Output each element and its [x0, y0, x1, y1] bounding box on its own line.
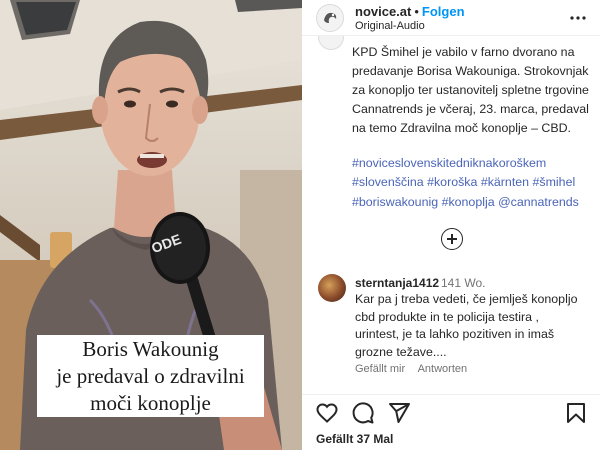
post-panel: novice.at • Folgen Original-Audio KPD Šmih… — [302, 0, 600, 450]
video-caption-text: Boris Wakounig je predaval o zdravilni m… — [56, 336, 245, 415]
hashtag-link[interactable]: #šmihel — [533, 175, 576, 189]
hashtag-link[interactable]: #boriswakounig — [352, 195, 438, 209]
comment-actions: Gefällt mir Antworten — [355, 363, 477, 375]
heart-icon[interactable] — [315, 401, 339, 425]
post-header: novice.at • Folgen Original-Audio — [302, 0, 600, 36]
share-icon[interactable] — [387, 401, 411, 425]
hashtag-link[interactable]: #konoplja — [442, 195, 495, 209]
bookmark-icon[interactable] — [564, 401, 588, 425]
hashtag-link[interactable]: #koroška — [427, 175, 477, 189]
hashtag-link[interactable]: #noviceslovenskitedniknakoroškem — [352, 156, 546, 170]
post-actions-bar: Gefällt 37 Mal — [302, 394, 600, 450]
comments-scroll-area[interactable]: KPD Šmihel je vabilo v farno dvorano na … — [302, 36, 600, 394]
follow-button[interactable]: Folgen — [422, 4, 465, 19]
comment-username[interactable]: sterntanja1412 — [355, 276, 439, 290]
caption-author-avatar[interactable] — [318, 36, 344, 50]
comment-timestamp: 141 Wo. — [441, 276, 486, 290]
comment-reply-button[interactable]: Antworten — [418, 363, 468, 375]
account-name[interactable]: novice.at — [355, 4, 411, 19]
post-caption: KPD Šmihel je vabilo v farno dvorano na … — [352, 45, 589, 135]
more-options-icon[interactable] — [570, 8, 586, 20]
likes-count[interactable]: Gefällt 37 Mal — [316, 432, 393, 446]
mention-link[interactable]: @cannatrends — [498, 195, 579, 209]
video-player[interactable]: ODE Boris Wakounig je predaval o zdravil… — [0, 0, 302, 450]
comment-like-button[interactable]: Gefällt mir — [355, 363, 405, 375]
hashtag-link[interactable]: #slovenščina — [352, 175, 424, 189]
account-avatar[interactable] — [316, 4, 344, 32]
hashtag-link[interactable]: #kärnten — [481, 175, 529, 189]
commenter-avatar[interactable] — [318, 274, 346, 302]
comment-text: Kar pa j treba vedeti, če jemlješ konopl… — [355, 292, 578, 359]
separator-dot: • — [414, 4, 419, 19]
load-more-comments-button[interactable] — [441, 228, 463, 250]
hashtag-list: #noviceslovenskitedniknakoroškem #sloven… — [352, 154, 592, 212]
account-line: novice.at • Folgen — [355, 4, 465, 19]
comment-icon[interactable] — [351, 401, 375, 425]
novice-logo-icon — [324, 12, 337, 23]
audio-link[interactable]: Original-Audio — [355, 20, 425, 32]
video-caption-overlay: Boris Wakounig je predaval o zdravilni m… — [37, 335, 264, 417]
